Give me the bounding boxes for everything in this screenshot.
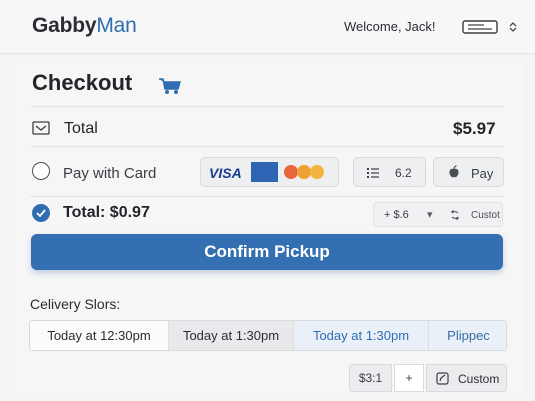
card-brands[interactable]: VISA [200,157,339,187]
amex-logo [251,162,278,182]
amount-input[interactable]: $3:1 [349,364,392,392]
delivery-slots: Today at 12:30pm Today at 1:30pm Today a… [29,320,507,351]
divider [30,106,504,107]
mastercard-logo-left [284,165,298,179]
adjust-caret[interactable]: ▾ [427,208,433,221]
slot-option[interactable]: Today at 12:30pm [30,321,169,350]
page-title: Checkout [32,70,133,95]
slot-option[interactable]: Plippec [429,321,506,350]
wallet-button[interactable]: 6.2 [353,157,426,187]
wallet-value: 6.2 [395,166,412,180]
brand-name-part1: Gabby [32,14,97,37]
total-amount: $5.97 [453,119,496,138]
delivery-slots-label: Celivery Slors: [30,296,121,312]
divider [30,146,504,147]
mastercard-logo-mid [297,165,311,179]
welcome-message: Welcome, Jack! [344,19,436,34]
refresh-icon[interactable] [450,210,460,220]
checkmark-icon [36,209,46,217]
adjust-group: + $.6 ▾ Custot [373,202,503,227]
slot-option[interactable]: Today at 1:30pm [294,321,429,350]
selected-total: Total: $0.97 [63,204,150,221]
apple-pay-label: Pay [471,166,494,181]
brand-logo[interactable]: GabbyMan [32,14,137,38]
pay-card-radio[interactable] [32,162,50,180]
custom-label: Custom [458,372,500,386]
app-header: GabbyMan Welcome, Jack! [0,0,535,54]
brand-name-part2: Man [96,14,137,37]
plus-button[interactable]: + [394,364,424,392]
list-icon [367,168,379,178]
pay-card-label[interactable]: Pay with Card [63,165,156,182]
confirm-pickup-button[interactable]: Confirm Pickup [31,234,503,270]
cart-icon [159,78,181,94]
receipt-icon [32,121,50,135]
adjust-value[interactable]: + $.6 [384,209,409,221]
edit-icon [436,372,449,385]
total-label: Total [64,120,98,137]
visa-logo: VISA [209,165,242,181]
selected-checkbox[interactable] [32,204,50,222]
adjust-custom-label[interactable]: Custot [471,210,500,221]
mastercard-logo-right [310,165,324,179]
menu-icon[interactable] [462,19,498,35]
custom-button[interactable]: Custom [426,364,507,392]
divider [30,196,504,197]
slot-option[interactable]: Today at 1:30pm [169,321,294,350]
apple-icon [449,165,459,178]
apple-pay-button[interactable]: Pay [433,157,504,187]
chevron-updown-icon[interactable] [508,21,518,33]
